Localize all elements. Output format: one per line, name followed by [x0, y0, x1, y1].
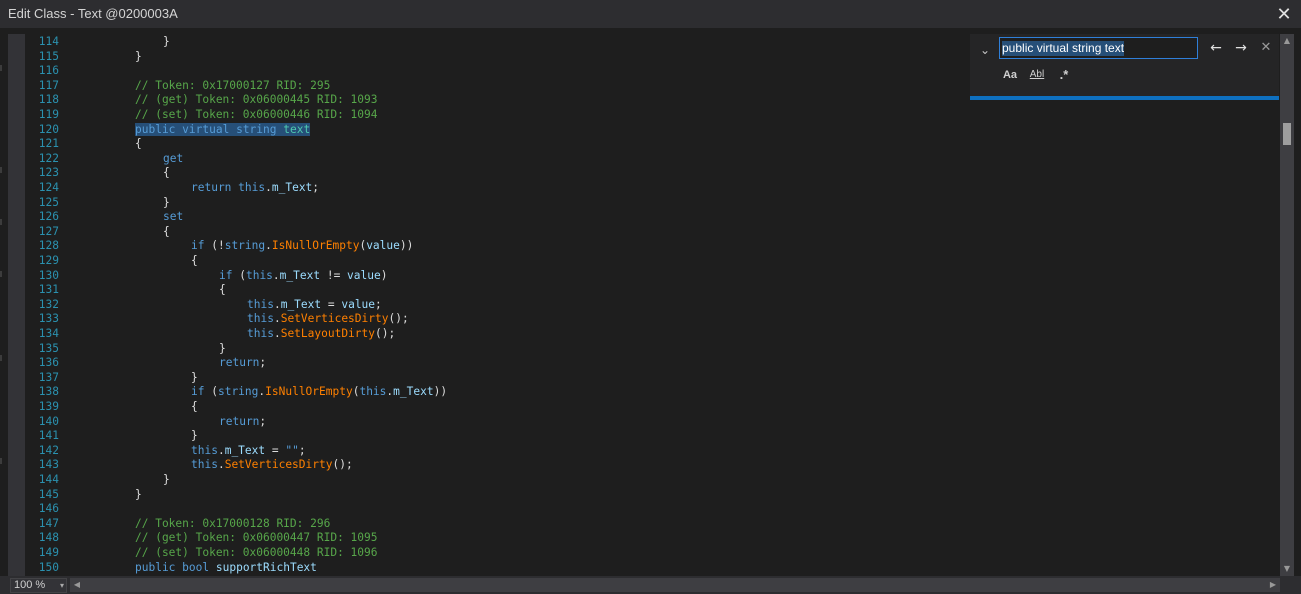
code-text: if (this.m_Text != value): [219, 268, 388, 282]
line-number: 144: [38, 473, 59, 486]
line-number: 149: [38, 546, 59, 559]
line-number: 139: [38, 400, 59, 413]
code-text: }: [163, 473, 170, 486]
line-number: 136: [38, 356, 59, 370]
line-number: 145: [38, 487, 59, 501]
line-number: 128: [38, 239, 59, 253]
code-text: }: [135, 49, 142, 63]
close-window-button[interactable]: ✕: [1273, 3, 1295, 25]
line-number: 142: [38, 443, 59, 457]
code-editor[interactable]: 114} 115} 116 117 // Token: 0x17000127 RID: …: [25, 34, 1280, 576]
find-input[interactable]: public virtual string text: [999, 37, 1198, 59]
code-text: if (!string.IsNullOrEmpty(value)): [191, 239, 414, 253]
line-number: 140: [38, 414, 59, 428]
line-number: 122: [38, 151, 59, 165]
find-next-button[interactable]: →: [1231, 38, 1251, 58]
regex-button[interactable]: .*: [1053, 66, 1075, 84]
find-panel: ⌄ public virtual string text ← → ✕ Aa Ab…: [970, 34, 1279, 100]
scroll-right-icon[interactable]: ▶: [1266, 578, 1280, 592]
code-text: public bool supportRichText: [135, 560, 317, 574]
code-text: return this.m_Text;: [191, 181, 320, 194]
code-text: {: [191, 400, 198, 413]
code-text: {: [163, 224, 170, 238]
line-number: 127: [38, 224, 59, 238]
line-number: 137: [38, 370, 59, 384]
zoom-level: 100 %: [14, 579, 46, 591]
code-text: this.m_Text = "";: [191, 443, 306, 457]
close-find-button[interactable]: ✕: [1256, 38, 1276, 58]
find-previous-button[interactable]: ←: [1206, 38, 1226, 58]
code-text: return;: [219, 414, 267, 428]
code-text: // Token: 0x17000128 RID: 296: [135, 516, 331, 530]
code-text: this.m_Text = value;: [247, 297, 382, 311]
line-number: 125: [38, 195, 59, 209]
code-text: }: [191, 370, 198, 384]
code-text: // (get) Token: 0x06000445 RID: 1093: [135, 93, 378, 107]
code-text: }: [191, 429, 198, 443]
line-number: 129: [38, 254, 59, 267]
window-title: Edit Class - Text @0200003A: [8, 6, 178, 21]
code-text: }: [135, 487, 142, 501]
title-bar: Edit Class - Text @0200003A ✕: [0, 0, 1301, 28]
line-number: 114: [38, 35, 59, 48]
line-number: 143: [38, 458, 59, 472]
code-text: public virtual string text: [135, 122, 311, 136]
code-text: this.SetVerticesDirty();: [191, 458, 353, 472]
code-text: {: [191, 254, 198, 267]
find-query: public virtual string text: [1002, 41, 1125, 56]
line-number: 130: [38, 268, 59, 282]
code-text: this.SetVerticesDirty();: [247, 312, 409, 326]
code-text: }: [163, 195, 170, 209]
code-text: set: [163, 210, 184, 224]
line-number: 147: [38, 516, 59, 530]
code-text: {: [219, 283, 226, 297]
line-number: 126: [38, 210, 59, 224]
chevron-down-icon: ▾: [59, 581, 64, 590]
line-number: 131: [38, 283, 59, 297]
zoom-dropdown[interactable]: 100 % ▾: [10, 578, 67, 593]
code-text: // (set) Token: 0x06000448 RID: 1096: [135, 546, 378, 559]
code-text: get: [163, 151, 184, 165]
code-text: }: [163, 35, 170, 48]
line-number: 119: [38, 108, 59, 121]
line-number: 120: [38, 122, 59, 136]
line-number: 146: [38, 502, 59, 516]
line-number: 124: [38, 181, 59, 194]
left-dock-strip: [0, 28, 8, 594]
line-number: 150: [38, 560, 59, 574]
horizontal-scrollbar[interactable]: ◀ ▶: [70, 578, 1280, 592]
scroll-down-icon[interactable]: ▼: [1280, 562, 1294, 576]
line-number: 117: [38, 78, 59, 92]
line-number: 133: [38, 312, 59, 326]
line-number: 138: [38, 385, 59, 399]
scroll-left-icon[interactable]: ◀: [70, 578, 84, 592]
code-text: {: [163, 166, 170, 180]
line-number: 132: [38, 297, 59, 311]
line-number: 148: [38, 531, 59, 545]
code-text: return;: [219, 356, 267, 370]
match-case-button[interactable]: Aa: [999, 66, 1021, 84]
line-number: 115: [38, 49, 59, 63]
scroll-up-icon[interactable]: ▲: [1280, 34, 1294, 48]
line-number: 116: [38, 64, 59, 78]
chevron-down-icon[interactable]: ⌄: [978, 42, 992, 58]
line-number: 118: [38, 93, 59, 107]
code-text: }: [219, 341, 226, 355]
code-text: // (get) Token: 0x06000447 RID: 1095: [135, 531, 378, 545]
code-text: {: [135, 137, 142, 151]
code-text: if (string.IsNullOrEmpty(this.m_Text)): [191, 385, 448, 399]
line-number: 121: [38, 137, 59, 151]
code-text: // Token: 0x17000127 RID: 295: [135, 78, 331, 92]
vertical-scroll-thumb[interactable]: [1283, 123, 1291, 145]
vertical-scrollbar[interactable]: ▲ ▼: [1280, 34, 1294, 576]
status-bar: 100 % ▾ ◀ ▶: [0, 576, 1301, 594]
line-number: 141: [38, 429, 59, 443]
code-text: // (set) Token: 0x06000446 RID: 1094: [135, 108, 378, 121]
line-number: 134: [38, 327, 59, 340]
code-text: this.SetLayoutDirty();: [247, 327, 396, 340]
editor-margin: [8, 34, 25, 576]
line-number: 123: [38, 166, 59, 180]
match-whole-word-button[interactable]: Abl: [1026, 66, 1048, 84]
line-number: 135: [38, 341, 59, 355]
